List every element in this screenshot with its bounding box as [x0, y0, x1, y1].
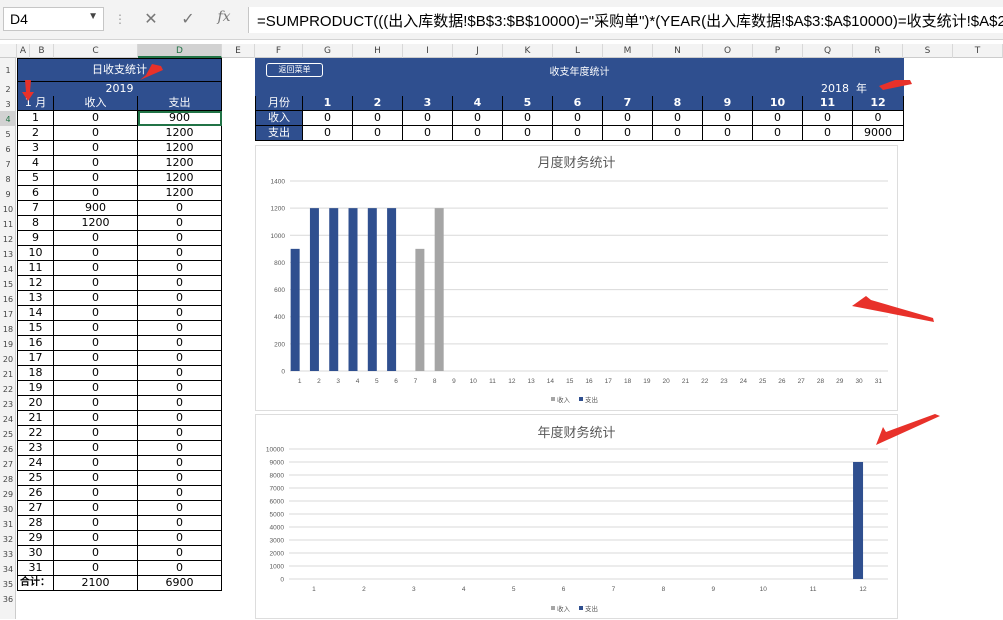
red-arrow-icon — [22, 64, 940, 445]
annotation-arrows — [22, 64, 940, 445]
